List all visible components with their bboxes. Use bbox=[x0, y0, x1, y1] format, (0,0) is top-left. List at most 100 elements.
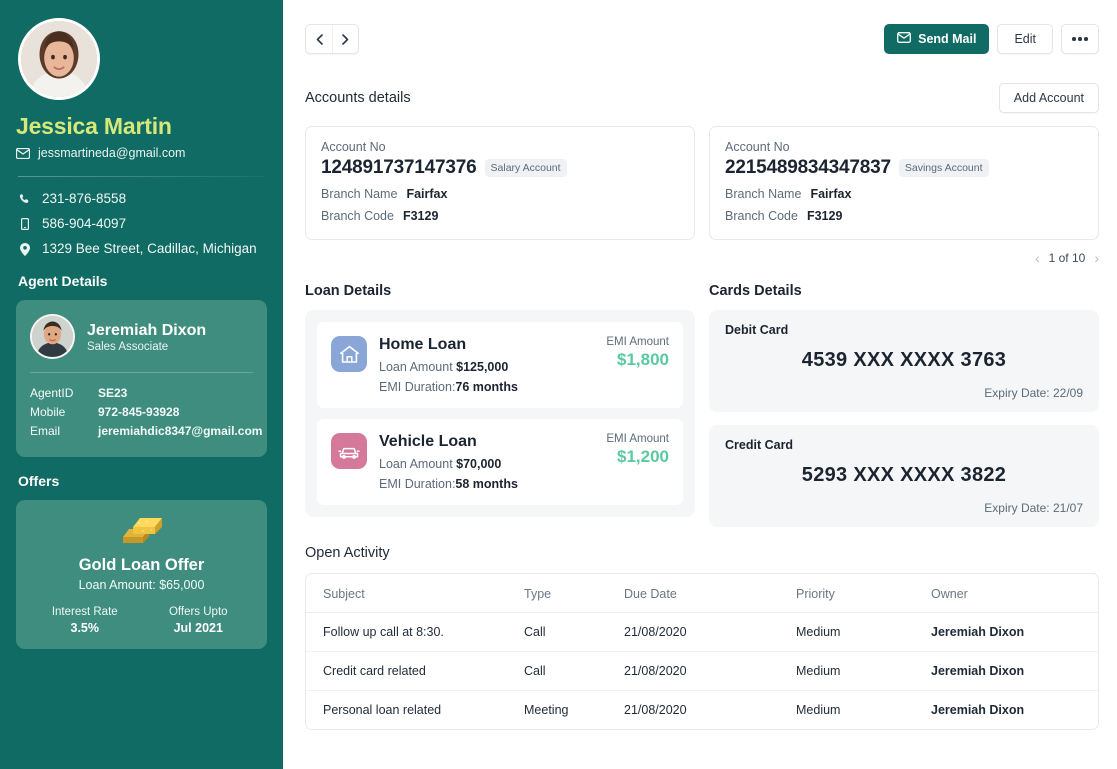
cell-type: Meeting bbox=[524, 703, 569, 717]
account-number: 2215489834347837 bbox=[725, 157, 891, 178]
debit-card-expiry: Expiry Date: 22/09 bbox=[984, 386, 1083, 400]
account-type-badge: Savings Account bbox=[898, 159, 989, 177]
loan-amount-row: Loan Amount $70,000 bbox=[379, 457, 598, 471]
accounts-section-title: Accounts details bbox=[305, 90, 411, 106]
loan-card[interactable]: Home Loan Loan Amount $125,000 EMI Durat… bbox=[317, 322, 683, 408]
profile-email: jessmartineda@gmail.com bbox=[38, 146, 186, 160]
loan-details-column: Loan Details Home Loan Loan Amount $125,… bbox=[305, 283, 695, 527]
agent-field-row: Email jeremiahdic8347@gmail.com bbox=[30, 422, 262, 441]
branch-code-row: Branch Code F3129 bbox=[321, 209, 679, 223]
credit-card[interactable]: Credit Card 5293 XXX XXXX 3822 Expiry Da… bbox=[709, 425, 1099, 527]
send-mail-button[interactable]: Send Mail bbox=[884, 24, 990, 54]
envelope-icon bbox=[897, 32, 912, 46]
account-card[interactable]: Account No 124891737147376 Salary Accoun… bbox=[305, 126, 695, 240]
cell-subject: Credit card related bbox=[306, 651, 524, 691]
account-number: 124891737147376 bbox=[321, 157, 477, 178]
pager-prev-icon[interactable]: ‹ bbox=[1035, 250, 1040, 266]
record-navigation bbox=[305, 24, 359, 54]
agent-identity: Jeremiah Dixon Sales Associate bbox=[87, 321, 206, 353]
account-no-label: Account No bbox=[725, 140, 790, 154]
page-title: Jessica Martin bbox=[16, 113, 172, 139]
branch-name-label: Branch Name bbox=[725, 187, 802, 201]
emi-value: $1,800 bbox=[617, 350, 669, 369]
cards-details-title: Cards Details bbox=[709, 283, 802, 299]
emi-label: EMI Amount bbox=[606, 336, 669, 348]
mail-icon bbox=[16, 147, 30, 159]
cell-type: Call bbox=[524, 651, 624, 691]
branch-code-row: Branch Code F3129 bbox=[725, 209, 1083, 223]
table-header-row: Subject Type Due Date Priority Owner bbox=[306, 574, 1098, 613]
agent-details-card: Jeremiah Dixon Sales Associate AgentID S… bbox=[16, 300, 267, 457]
branch-code-label: Branch Code bbox=[321, 209, 394, 223]
agent-header: Jeremiah Dixon Sales Associate bbox=[30, 314, 253, 359]
table-row[interactable]: Personal loan related Meeting 21/08/2020… bbox=[306, 691, 1098, 730]
send-mail-label: Send Mail bbox=[918, 32, 977, 46]
phone-value: 231-876-8558 bbox=[42, 191, 127, 206]
open-activity-title: Open Activity bbox=[305, 545, 390, 561]
cell-owner: Jeremiah Dixon bbox=[931, 612, 1098, 652]
credit-card-expiry: Expiry Date: 21/07 bbox=[984, 501, 1083, 515]
prev-record-button[interactable] bbox=[306, 25, 332, 53]
offer-stat-label: Offers Upto bbox=[168, 606, 228, 618]
agent-field-row: Mobile 972-845-93928 bbox=[30, 403, 253, 422]
open-activity-table: Subject Type Due Date Priority Owner Fol… bbox=[305, 573, 1099, 730]
credit-card-number: 5293 XXX XXXX 3822 bbox=[801, 464, 1007, 486]
loan-amount-label: Loan Amount bbox=[379, 457, 453, 471]
account-no-row: 124891737147376 Salary Account bbox=[321, 157, 679, 179]
branch-name-row: Branch Name Fairfax bbox=[725, 187, 1083, 201]
column-header-due-date[interactable]: Due Date bbox=[624, 574, 796, 613]
edit-button[interactable]: Edit bbox=[997, 24, 1053, 54]
debit-card[interactable]: Debit Card 4539 XXX XXXX 3763 Expiry Dat… bbox=[709, 310, 1099, 412]
offer-subtitle: Loan Amount: $65,000 bbox=[78, 578, 205, 592]
offer-title: Gold Loan Offer bbox=[78, 556, 205, 574]
profile-sidebar: Jessica Martin jessmartineda@gmail.com 2… bbox=[0, 0, 283, 769]
loan-duration-row: EMI Duration:58 months bbox=[379, 477, 598, 491]
branch-code-label: Branch Code bbox=[725, 209, 798, 223]
next-record-button[interactable] bbox=[332, 25, 358, 53]
loan-card[interactable]: Vehicle Loan Loan Amount $70,000 EMI Dur… bbox=[317, 419, 683, 505]
loans-cards-row: Loan Details Home Loan Loan Amount $125,… bbox=[305, 283, 1099, 527]
loan-emi: EMI Amount $1,200 bbox=[598, 433, 669, 467]
cell-priority: Medium bbox=[796, 651, 931, 691]
offer-card[interactable]: Gold Loan Offer Loan Amount: $65,000 Int… bbox=[16, 500, 267, 649]
branch-name-value: Fairfax bbox=[406, 187, 448, 201]
cell-due-date: 21/08/2020 bbox=[624, 612, 796, 652]
pager-text: 1 of 10 bbox=[1048, 251, 1086, 265]
mobile-value: 586-904-4097 bbox=[42, 216, 127, 231]
contact-mobile-row: 586-904-4097 bbox=[18, 216, 267, 232]
branch-name-row: Branch Name Fairfax bbox=[321, 187, 679, 201]
agent-field-value: 972-845-93928 bbox=[98, 405, 180, 419]
branch-code-value: F3129 bbox=[402, 209, 439, 223]
column-header-owner[interactable]: Owner bbox=[931, 574, 1098, 613]
emi-label: EMI Amount bbox=[606, 433, 669, 445]
location-pin-icon bbox=[18, 242, 31, 256]
more-options-button[interactable] bbox=[1061, 24, 1099, 54]
cell-owner: Jeremiah Dixon bbox=[931, 651, 1098, 691]
offer-stat: Interest Rate 3.5% bbox=[28, 606, 142, 635]
agent-field-key: Email bbox=[30, 424, 61, 438]
loan-emi: EMI Amount $1,800 bbox=[598, 336, 669, 370]
table-row[interactable]: Follow up call at 8:30. Call 21/08/2020 … bbox=[306, 612, 1098, 652]
top-actions: Send Mail Edit bbox=[884, 24, 1099, 54]
app-root: Jessica Martin jessmartineda@gmail.com 2… bbox=[0, 0, 1117, 769]
cell-type: Call bbox=[524, 612, 624, 652]
table-row[interactable]: Credit card related Call 21/08/2020 Medi… bbox=[306, 651, 1098, 691]
column-header-type[interactable]: Type bbox=[524, 574, 624, 613]
column-header-subject[interactable]: Subject bbox=[306, 574, 524, 613]
add-account-button[interactable]: Add Account bbox=[998, 83, 1099, 113]
debit-card-number: 4539 XXX XXXX 3763 bbox=[801, 349, 1007, 371]
cell-due-date: 21/08/2020 bbox=[624, 651, 796, 691]
cell-due-date: 21/08/2020 bbox=[624, 703, 687, 717]
loan-body: Home Loan Loan Amount $125,000 EMI Durat… bbox=[379, 336, 598, 394]
account-no-row: 2215489834347837 Savings Account bbox=[725, 157, 1083, 179]
pager-next-icon[interactable]: › bbox=[1094, 250, 1099, 266]
loan-duration-label: EMI Duration: bbox=[379, 380, 456, 394]
offer-stat-value: 3.5% bbox=[70, 621, 100, 635]
account-card[interactable]: Account No 2215489834347837 Savings Acco… bbox=[709, 126, 1099, 240]
column-header-priority[interactable]: Priority bbox=[796, 574, 931, 613]
agent-field-row: AgentID SE23 bbox=[30, 384, 253, 403]
loan-amount-row: Loan Amount $125,000 bbox=[379, 360, 598, 374]
open-activity-section: Open Activity Subject Type Due Date Prio… bbox=[305, 545, 1099, 730]
emi-value: $1,200 bbox=[617, 447, 669, 466]
cards-details-column: Cards Details Debit Card 4539 XXX XXXX 3… bbox=[709, 283, 1099, 527]
